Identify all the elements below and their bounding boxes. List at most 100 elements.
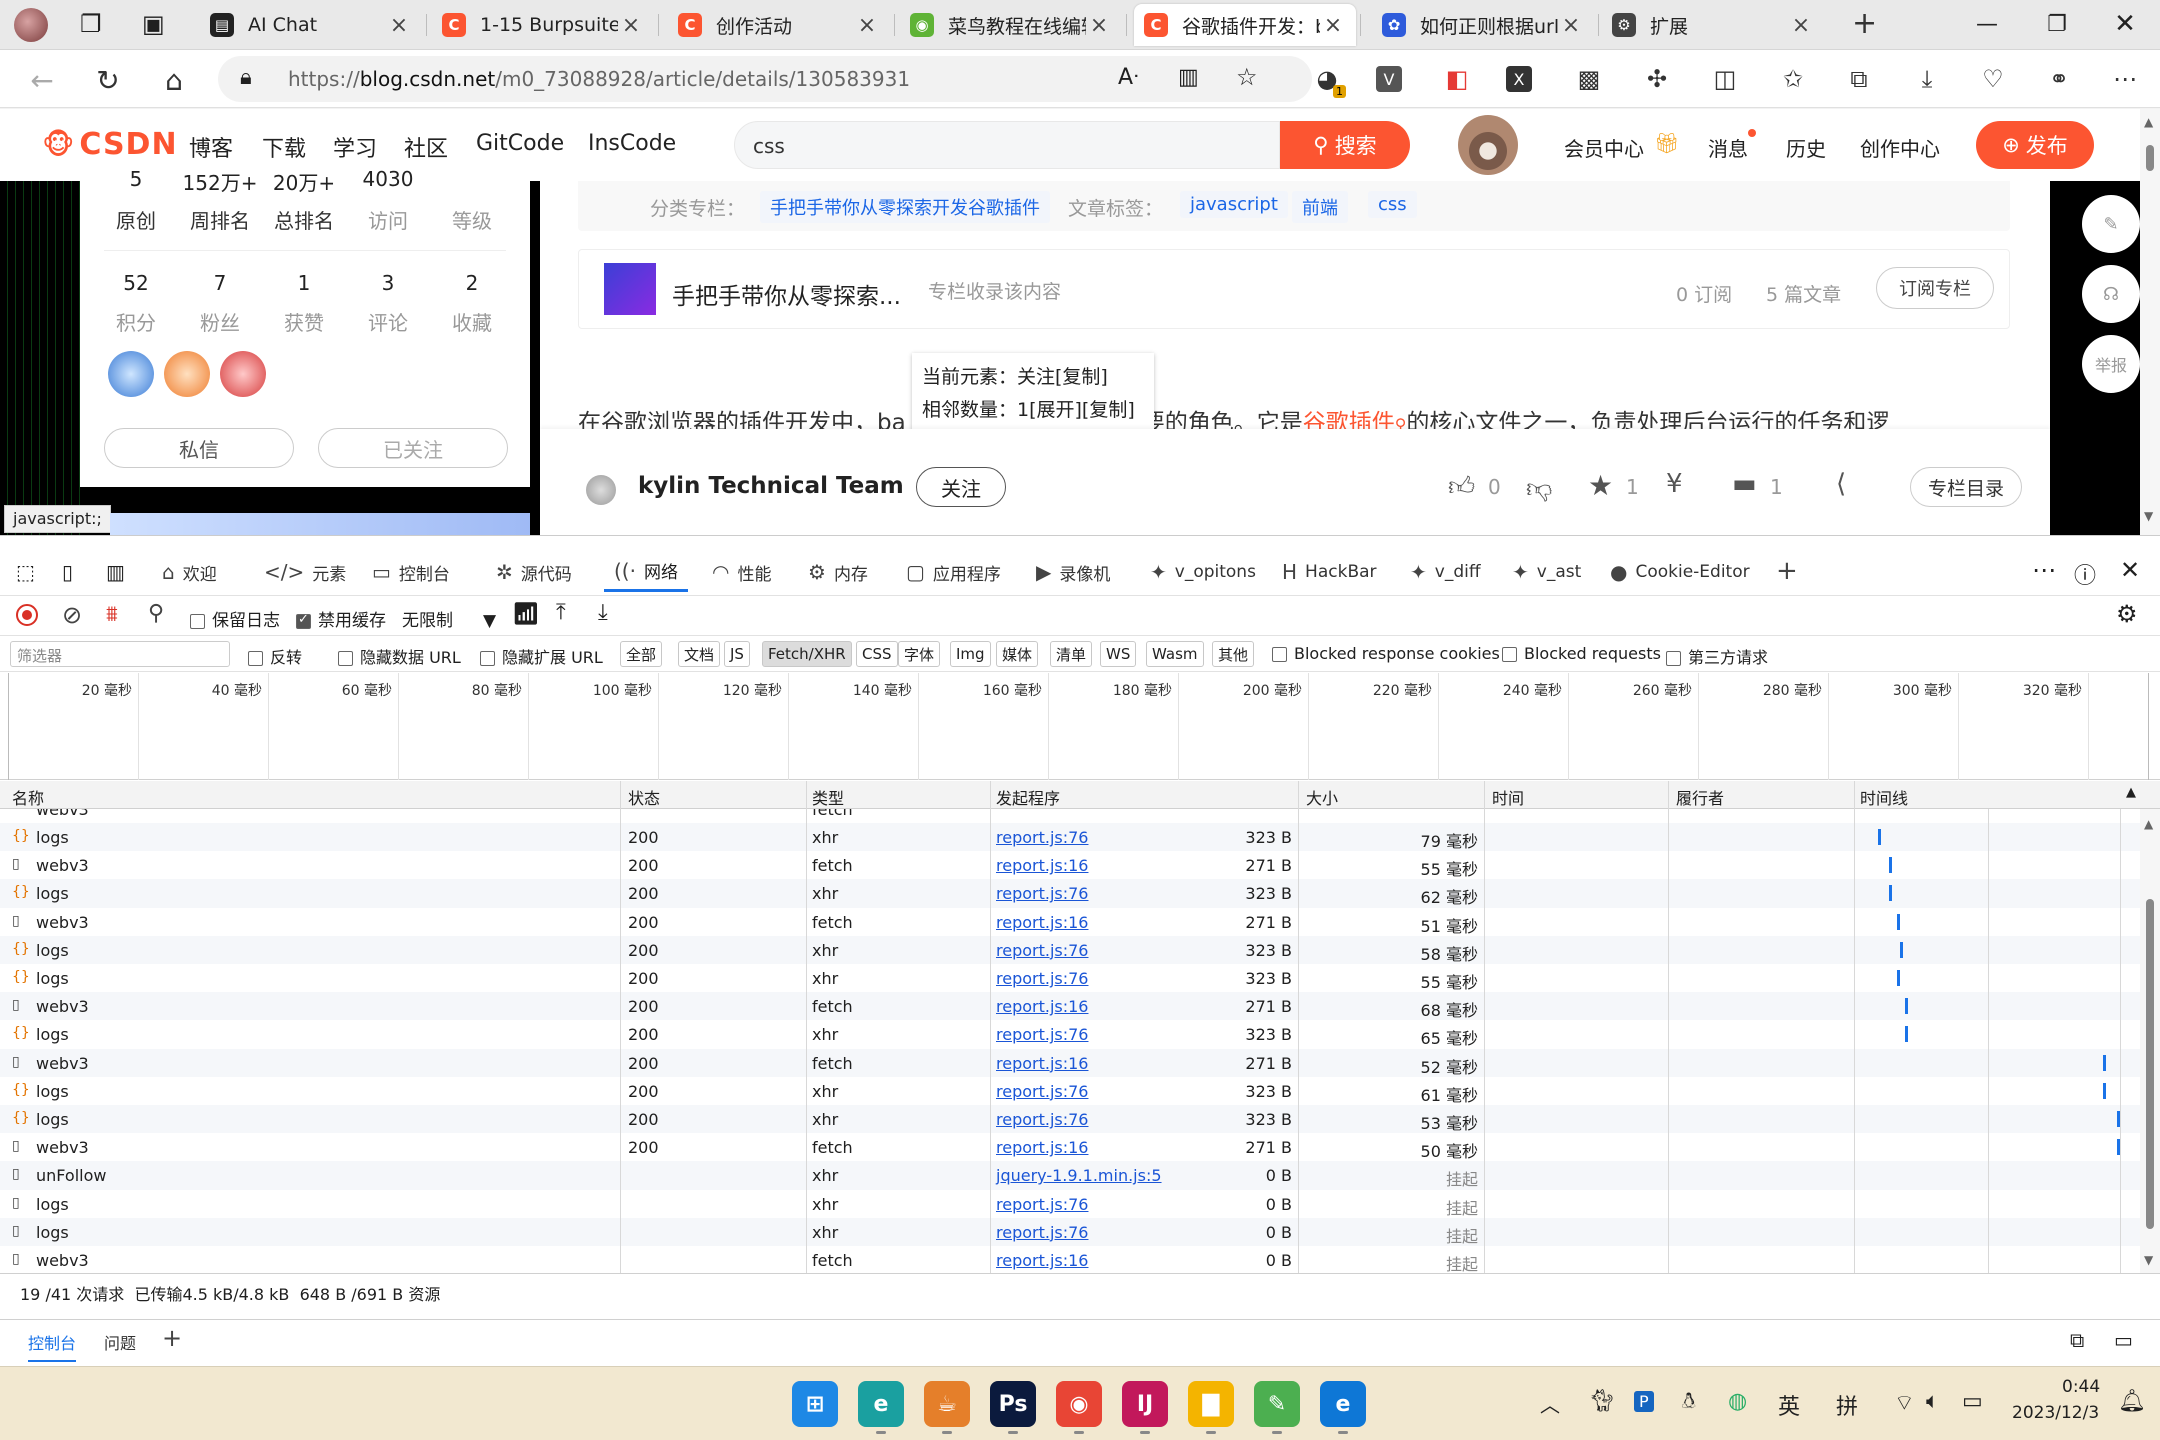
search-network-icon[interactable]: ⚲ — [148, 601, 164, 626]
preserve-log-checkbox[interactable]: 保留日志 — [190, 606, 280, 631]
vertical-tabs-icon[interactable]: ▣ — [142, 10, 165, 38]
devtools-tab[interactable]: ▶ 录像机 — [1036, 552, 1110, 592]
favorite-star-icon[interactable]: ☆ — [1236, 63, 1258, 91]
devtools-tab[interactable]: ◠ 性能 — [712, 552, 771, 592]
row-initiator[interactable]: report.js:16 — [996, 913, 1088, 932]
col-fulfilled-by[interactable]: 履行者 — [1676, 785, 1724, 809]
type-filter-button[interactable]: Wasm — [1146, 641, 1204, 667]
sort-arrow-icon[interactable]: ▲ — [2126, 785, 2136, 800]
extension-red-icon[interactable]: ◧ — [1440, 62, 1474, 96]
close-devtools-icon[interactable]: ✕ — [2120, 556, 2140, 584]
more-menu-icon[interactable]: ⋯ — [2108, 62, 2142, 96]
row-initiator[interactable]: report.js:76 — [996, 1025, 1088, 1044]
share-icon[interactable]: ⟨ — [1836, 469, 1846, 499]
edit-icon[interactable]: ✎ — [2082, 195, 2140, 253]
row-initiator[interactable]: report.js:76 — [996, 1223, 1088, 1242]
browser-tab[interactable]: ⚙ 扩展 × — [1602, 4, 1824, 46]
col-type[interactable]: 类型 — [812, 785, 844, 809]
type-filter-button[interactable]: WS — [1100, 641, 1137, 667]
filter-icon[interactable]: ⩩ — [106, 602, 118, 627]
blocked-requests-checkbox[interactable]: Blocked requests — [1502, 644, 1661, 663]
report-button[interactable]: 举报 — [2082, 335, 2140, 393]
devtools-tab[interactable]: H HackBar — [1282, 552, 1377, 592]
clock-time[interactable]: 0:44 — [2062, 1377, 2100, 1397]
minimize-button[interactable]: — — [1952, 0, 2022, 48]
downloads-icon[interactable]: ⤓ — [1910, 62, 1944, 96]
tab-close-icon[interactable]: × — [1086, 13, 1112, 38]
stat-value[interactable]: 7 — [178, 271, 262, 295]
browser-tab[interactable]: C 谷歌插件开发：b × — [1134, 4, 1356, 46]
devtools-tab[interactable]: ▭ 控制台 — [372, 552, 450, 592]
restore-button[interactable]: ❐ — [2022, 0, 2092, 48]
tray-wechat-icon[interactable]: ◍ — [1728, 1389, 1747, 1414]
stat-value[interactable]: 3 — [346, 271, 430, 295]
row-initiator[interactable]: report.js:16 — [996, 856, 1088, 875]
ime-language[interactable]: 英 — [1778, 1389, 1800, 1421]
drawer-undock-icon[interactable]: ⧉ — [2070, 1328, 2084, 1352]
add-tool-icon[interactable]: + — [1776, 556, 1798, 586]
nav-download[interactable]: 下载 — [262, 131, 306, 163]
table-row[interactable]: ▯ unFollow xhr jquery-1.9.1.min.js:5 0 B 挂起 — [0, 1161, 2140, 1190]
table-row[interactable]: {} logs 200 xhr report.js:76 323 B 79 毫秒 — [0, 823, 2140, 852]
ime-mode[interactable]: 拼 — [1836, 1389, 1858, 1421]
profile-avatar[interactable] — [14, 8, 48, 42]
hide-data-urls-checkbox[interactable]: 隐藏数据 URL — [338, 644, 461, 668]
invert-checkbox[interactable]: 反转 — [248, 644, 302, 668]
device-emulation-icon[interactable]: ▯ — [62, 560, 73, 584]
tab-close-icon[interactable]: × — [1788, 13, 1814, 38]
tag-css[interactable]: css — [1368, 191, 1417, 218]
tray-overflow-icon[interactable]: ︿ — [1540, 1389, 1560, 1418]
table-row[interactable]: {} logs 200 xhr report.js:76 323 B 65 毫秒 — [0, 1020, 2140, 1048]
type-filter-button[interactable]: 媒体 — [996, 641, 1039, 667]
subscribe-column-button[interactable]: 订阅专栏 — [1876, 267, 1994, 309]
tag-frontend[interactable]: 前端 — [1292, 191, 1348, 223]
nav-vip-center[interactable]: 会员中心 — [1564, 133, 1644, 162]
table-row[interactable]: ▯ webv3 fetch report.js:16 0 B 挂起 — [0, 1246, 2140, 1273]
col-status[interactable]: 状态 — [628, 785, 660, 809]
import-har-icon[interactable]: ⤒ — [556, 600, 566, 625]
tab-close-icon[interactable]: × — [1558, 13, 1584, 38]
table-row-partial[interactable]: webv3 fetch — [0, 809, 2140, 823]
devtools-tab[interactable]: ⚙ 内存 — [808, 552, 868, 592]
tray-app-icon[interactable]: 🐈︎ — [1588, 1389, 1616, 1414]
table-row[interactable]: {} logs 200 xhr report.js:76 323 B 61 毫秒 — [0, 1077, 2140, 1105]
drawer-close-icon[interactable]: ▭ — [2114, 1328, 2133, 1352]
refresh-button[interactable]: ↻ — [86, 58, 130, 102]
new-tab-button[interactable]: + — [1852, 6, 1877, 41]
stat-value[interactable]: 52 — [94, 271, 178, 295]
workspaces-icon[interactable]: ❐ — [80, 10, 102, 38]
taskbar-notepad-icon[interactable]: ✎ — [1254, 1381, 1300, 1427]
comment-icon[interactable]: ▬ — [1732, 469, 1757, 499]
taskbar-windows-start-icon[interactable]: ⊞ — [792, 1381, 838, 1427]
csdn-logo[interactable]: 🐵︎ CSDN — [42, 127, 178, 162]
taskbar-photoshop-icon[interactable]: Ps — [990, 1381, 1036, 1427]
type-filter-button[interactable]: 其他 — [1212, 641, 1255, 667]
extension-x-icon[interactable]: X — [1506, 66, 1532, 92]
nav-blog[interactable]: 博客 — [189, 131, 233, 163]
row-initiator[interactable]: report.js:76 — [996, 1110, 1088, 1129]
tab-close-icon[interactable]: × — [618, 13, 644, 38]
table-row[interactable]: ▯ webv3 200 fetch report.js:16 271 B 68 毫秒 — [0, 992, 2140, 1021]
follow-author-button[interactable]: 关注 — [916, 467, 1006, 507]
table-row[interactable]: {} logs 200 xhr report.js:76 323 B 55 毫秒 — [0, 964, 2140, 992]
battery-icon[interactable]: ▭ — [1962, 1389, 1983, 1414]
request-table-scrollbar[interactable]: ▲ ▼ — [2140, 809, 2160, 1273]
type-filter-button[interactable]: Img — [950, 641, 991, 667]
nav-messages[interactable]: 消息 — [1708, 133, 1748, 162]
page-scrollbar[interactable]: ▲ ▼ — [2140, 109, 2160, 535]
filter-input[interactable]: 筛选器 — [10, 641, 230, 667]
browser-tab[interactable]: ▤ AI Chat × — [200, 4, 422, 46]
read-aloud-icon[interactable]: Aᐧ — [1118, 65, 1139, 90]
inspect-element-icon[interactable]: ⬚ — [16, 560, 35, 584]
nav-creator-center[interactable]: 创作中心 — [1860, 133, 1940, 162]
table-row[interactable]: ▯ webv3 200 fetch report.js:16 271 B 52 毫秒 — [0, 1048, 2140, 1077]
column-tag[interactable]: 手把手带你从零探索开发谷歌插件 — [760, 191, 1050, 223]
extension-monkey-icon[interactable]: ◕ 1 — [1310, 62, 1346, 98]
extensions-puzzle-icon[interactable]: ✣ — [1640, 62, 1674, 96]
nav-community[interactable]: 社区 — [404, 131, 448, 163]
row-initiator[interactable]: report.js:16 — [996, 1054, 1088, 1073]
column-toc-button[interactable]: 专栏目录 — [1910, 467, 2022, 507]
col-waterfall[interactable]: 时间线 — [1860, 785, 1908, 809]
user-avatar[interactable] — [1458, 115, 1518, 175]
row-initiator[interactable]: report.js:76 — [996, 828, 1088, 847]
